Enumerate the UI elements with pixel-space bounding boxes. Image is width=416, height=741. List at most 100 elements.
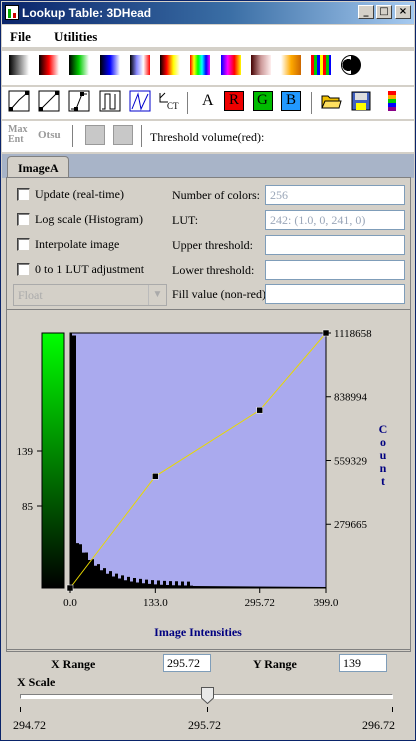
stripes-lut-icon[interactable] [308,51,334,79]
spectrum-lut-icon[interactable] [187,51,213,79]
window-title: Lookup Table: 3DHead [22,6,152,20]
colorbar-tick-label: 139 [17,446,34,458]
open-folder-icon[interactable] [318,87,344,115]
x-axis-tick-label: 133.0 [143,597,168,609]
gray-lut-icon[interactable] [6,51,32,79]
chevron-down-icon[interactable]: ▼ [148,285,166,305]
tab-image-a[interactable]: ImageA [7,156,69,178]
toolbar-separator [141,125,143,147]
ct-preset-button[interactable]: CT [155,87,181,115]
lut-histogram-chart[interactable]: 139 85 0.0 133.0 295.72 399.0 Image Intensitie… [7,310,410,649]
lut01-checkbox[interactable]: 0 to 1 LUT adjustment [17,262,144,277]
x-range-field[interactable]: 295.72 [163,654,211,672]
x-axis-tick-label: 295.72 [245,597,275,609]
menu-bar: File Utilities [2,25,414,47]
invert-lut-icon[interactable] [338,51,364,79]
x-scale-thumb[interactable] [200,687,214,705]
linear-transfer-icon[interactable] [6,87,32,115]
toolbar-separator [187,92,189,114]
blue-channel-button[interactable]: B [278,87,304,115]
lut-field[interactable]: 242: (1.0, 0, 241, 0) [265,210,405,230]
max-entropy-button[interactable]: Max Ent [6,121,32,149]
histogram-panel: 139 85 0.0 133.0 295.72 399.0 Image Intensitie… [6,309,411,650]
otsu-button[interactable]: Otsu [36,121,66,149]
save-lut-icon[interactable] [348,87,374,115]
upper-threshold-field[interactable] [265,235,405,255]
menu-file[interactable]: File [10,29,31,45]
colorbar [41,332,65,589]
y-axis-tick-label: 279665 [334,519,368,531]
red-lut-icon[interactable] [36,51,62,79]
colorbar-tick-label: 85 [22,501,34,513]
menu-utilities[interactable]: Utilities [54,29,97,45]
green-channel-button[interactable]: G [250,87,276,115]
interpolate-checkbox[interactable]: Interpolate image [17,237,119,252]
reset-transfer-icon[interactable] [36,87,62,115]
cool-hot-lut-icon[interactable] [218,51,244,79]
orange-lut-icon[interactable] [278,51,304,79]
y-axis-tick-label: 559329 [334,456,368,468]
hot-metal-lut-icon[interactable] [157,51,183,79]
app-icon [5,5,19,20]
blue-channel-label: B [286,92,297,108]
close-button[interactable]: × [395,5,411,19]
green-lut-icon[interactable] [66,51,92,79]
otsu-label: Otsu [38,129,61,141]
toolbar-separator [72,125,74,147]
logscale-label: Log scale (Histogram) [35,212,143,226]
step-transfer-icon[interactable] [66,87,92,115]
lut-label: LUT: [172,213,199,227]
y-axis-label-letter: t [381,474,385,488]
fill-value-field[interactable] [265,284,405,304]
y-axis-label-letter: u [380,448,387,462]
ramp-transfer-icon[interactable] [127,87,153,115]
minimize-button[interactable]: _ [358,5,374,19]
x-axis-tick-label: 0.0 [63,597,77,609]
y-axis-tick-label: 838994 [334,392,368,404]
bone-lut-icon[interactable] [248,51,274,79]
y-axis-label-letter: o [380,435,386,449]
pulse-transfer-icon[interactable] [97,87,123,115]
x-scale-min: 294.72 [13,718,46,732]
update-label: Update (real-time) [35,187,124,201]
y-axis-label-letter: n [380,461,387,475]
range-panel: X Range 295.72 Y Range 139 X Scale 294.7… [6,652,411,738]
threshold-single-icon[interactable] [82,121,108,149]
image-tab-strip: ImageA [2,154,414,178]
datatype-dropdown[interactable]: Float ▼ [13,284,167,306]
gray-blue-lut-icon[interactable] [127,51,153,79]
all-channels-button[interactable]: A [195,87,221,115]
x-scale-max: 296.72 [362,718,395,732]
interpolate-label: Interpolate image [35,237,120,251]
plot-background [69,332,327,589]
x-axis-label: Image Intensities [154,625,242,639]
toolbar-separator [311,92,313,114]
logscale-checkbox[interactable]: Log scale (Histogram) [17,212,143,227]
title-bar: Lookup Table: 3DHead _ □ × [2,2,414,24]
x-axis-tick-label: 399.0 [314,597,339,609]
blue-lut-icon[interactable] [97,51,123,79]
y-axis-tick-label: 1118658 [334,328,372,340]
transfer-toolbar: CT A R G B [2,87,414,119]
lut-preset-toolbar [2,51,414,85]
x-scale-label: X Scale [17,675,56,689]
threshold-inverse-icon[interactable] [110,121,136,149]
lower-threshold-field[interactable] [265,260,405,280]
green-channel-label: G [257,92,268,108]
red-channel-button[interactable]: R [221,87,247,115]
maximize-button[interactable]: □ [376,5,392,19]
fill-value-label: Fill value (non-red): [172,287,270,301]
max-ent-label: Max Ent [8,124,28,145]
threshold-volume-label: Threshold volume(red): [150,130,265,144]
color-bar-icon[interactable] [378,87,404,115]
ct-label: CT [167,101,179,111]
upper-threshold-label: Upper threshold: [172,238,253,252]
num-colors-label: Number of colors: [172,188,260,202]
lower-threshold-label: Lower threshold: [172,263,255,277]
lut01-label: 0 to 1 LUT adjustment [35,262,145,276]
red-channel-label: R [229,92,240,108]
num-colors-field[interactable]: 256 [265,185,405,205]
lookup-table-window: Lookup Table: 3DHead _ □ × File Utilitie… [0,0,416,741]
update-checkbox[interactable]: Update (real-time) [17,187,124,202]
y-range-field[interactable]: 139 [339,654,387,672]
